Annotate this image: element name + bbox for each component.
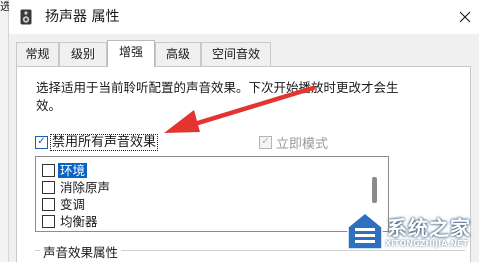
background-window-edge: 选 (0, 0, 9, 262)
speaker-icon (20, 9, 32, 25)
disable-all-effects-label: 禁用所有声音效果 (49, 133, 159, 151)
effect-item-environment[interactable]: 环境 (42, 162, 88, 178)
red-arrow-annotation (164, 85, 316, 133)
window-title: 扬声器 属性 (45, 9, 120, 25)
effect-label: 消除原声 (60, 179, 111, 195)
effect-properties-label: 声音效果属性 (40, 242, 122, 261)
background-window-text: 选 (0, 0, 9, 13)
effect-label: 均衡器 (60, 213, 98, 229)
checkbox[interactable] (42, 163, 55, 177)
close-icon (459, 8, 471, 27)
watermark-title: 系统之家 (387, 216, 471, 240)
checkbox[interactable] (42, 197, 55, 211)
effect-item-equalizer[interactable]: 均衡器 (42, 213, 98, 229)
tab-levels[interactable]: 级别 (59, 42, 107, 66)
effect-label: 变调 (60, 196, 86, 212)
watermark-url: XITONGZHIJIA.NET (385, 239, 469, 248)
house-logo-icon (347, 212, 383, 250)
tab-general[interactable]: 常规 (16, 42, 59, 66)
close-button[interactable] (450, 0, 479, 34)
checkbox[interactable] (42, 214, 55, 228)
disable-all-effects-checkbox[interactable]: ✓ 禁用所有声音效果 (35, 133, 159, 151)
effect-item-pitch-shift[interactable]: 变调 (42, 196, 85, 212)
immediate-mode-checkbox[interactable]: ✓ 立即模式 (259, 134, 328, 152)
effects-list[interactable]: 环境 消除原声 变调 均衡器 (35, 156, 389, 232)
checkmark-icon: ✓ (259, 135, 272, 149)
site-watermark: 系统之家 XITONGZHIJIA.NET (345, 207, 479, 262)
tab-advanced[interactable]: 高级 (155, 42, 201, 66)
tab-spatial-sound[interactable]: 空间音效 (201, 42, 271, 66)
effect-label: 环境 (58, 162, 88, 178)
title-bar[interactable]: 扬声器 属性 (9, 0, 479, 34)
checkmark-icon: ✓ (35, 135, 48, 149)
checkbox[interactable] (42, 180, 55, 194)
list-scrollbar-thumb[interactable] (372, 177, 377, 203)
tab-enhancements[interactable]: 增强 (107, 40, 155, 67)
effect-item-voice-cancellation[interactable]: 消除原声 (42, 179, 110, 195)
